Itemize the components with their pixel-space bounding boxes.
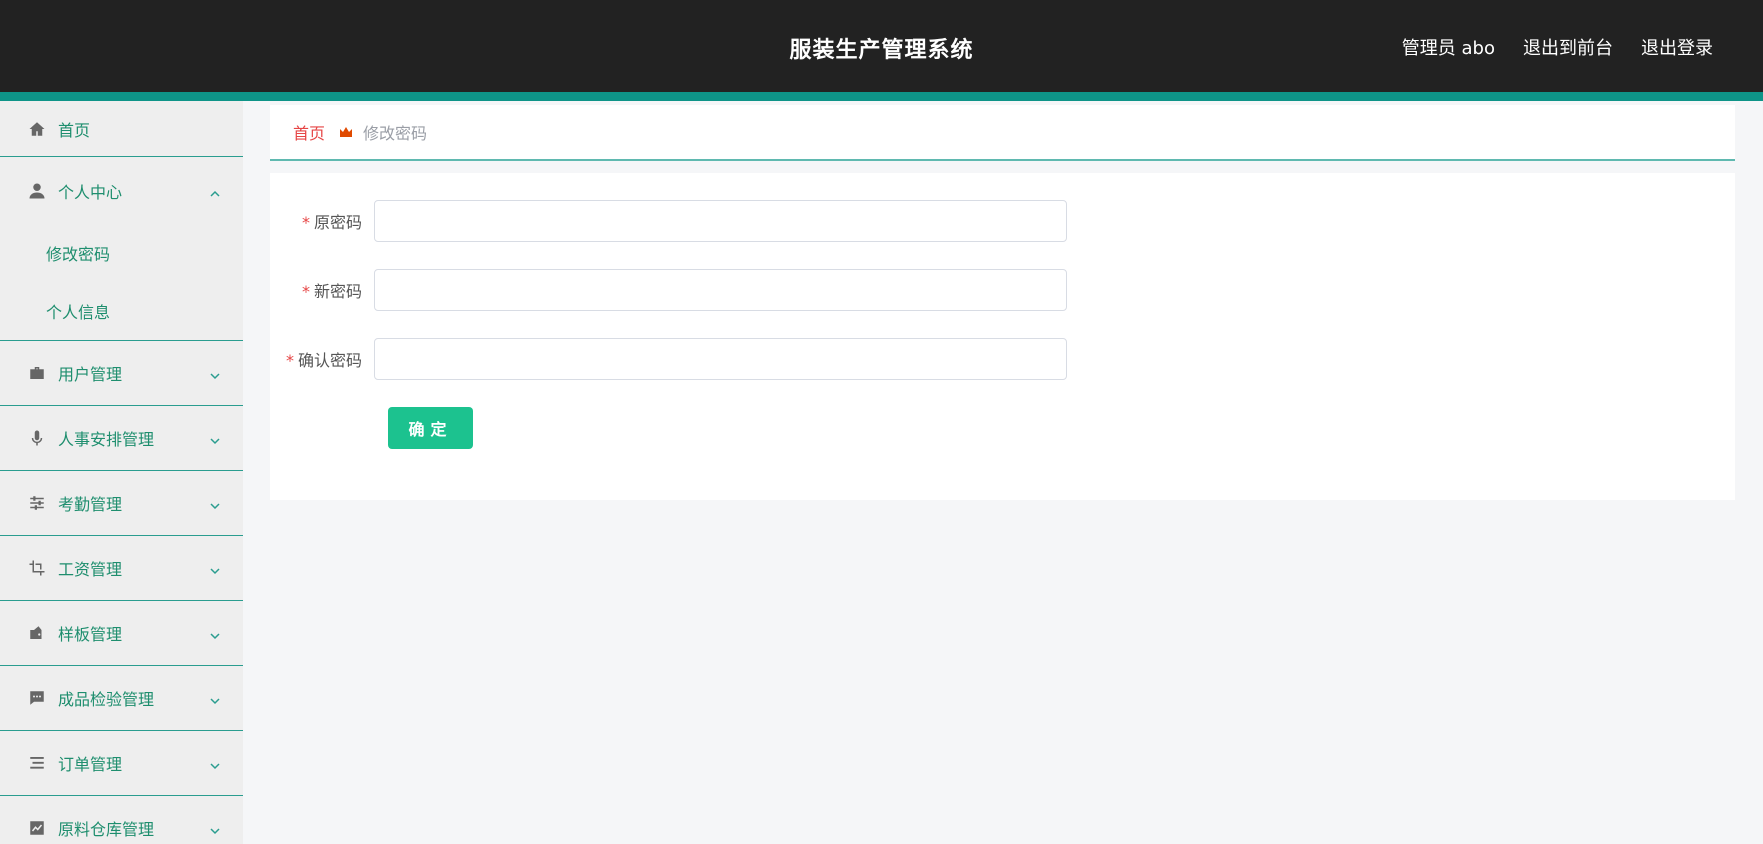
sidebar-item-label: 样板管理 (58, 625, 123, 644)
back-to-front-link[interactable]: 退出到前台 (1523, 34, 1613, 60)
user-label[interactable]: 管理员 abo (1402, 34, 1495, 60)
confirm-password-row: * 确认密码 (270, 338, 1067, 380)
new-password-row: * 新密码 (270, 269, 1067, 311)
breadcrumb: 首页 修改密码 (270, 105, 1735, 161)
header-nav: 管理员 abo 退出到前台 退出登录 (1402, 34, 1713, 60)
confirm-password-input[interactable] (374, 338, 1067, 380)
old-password-input[interactable] (374, 200, 1067, 242)
chevron-down-icon (209, 367, 221, 380)
sidebar-item-personal-center[interactable]: 个人中心 (0, 157, 243, 224)
microphone-icon (28, 429, 46, 447)
chat-icon (28, 689, 46, 707)
chevron-down-icon (209, 562, 221, 575)
change-password-form: * 原密码 * 新密码 * 确认密码 确定 (270, 173, 1735, 500)
old-password-row: * 原密码 (270, 200, 1067, 242)
sidebar-item-label: 工资管理 (58, 560, 123, 579)
user-icon (28, 182, 46, 200)
required-mark: * (285, 351, 294, 370)
list-icon (28, 754, 46, 772)
sidebar-item-label: 个人中心 (58, 182, 123, 202)
logout-link[interactable]: 退出登录 (1641, 34, 1713, 60)
new-password-label-wrap: * 新密码 (270, 278, 374, 302)
chevron-down-icon (209, 432, 221, 445)
sidebar-item-label: 考勤管理 (58, 495, 123, 514)
required-mark: * (301, 282, 310, 301)
required-mark: * (301, 213, 310, 232)
sliders-icon (28, 494, 46, 512)
sidebar-item-sample[interactable]: 样板管理 (0, 601, 243, 666)
confirm-password-label-wrap: * 确认密码 (270, 347, 374, 371)
sidebar: 首页 个人中心 修改密码 个人信息 用户管理 人事安排管理 考勤管理 工资管理 … (0, 101, 243, 844)
sidebar-item-user-management[interactable]: 用户管理 (0, 341, 243, 406)
sidebar-subitem-personal-info[interactable]: 个人信息 (0, 282, 243, 340)
chevron-down-icon (209, 692, 221, 705)
sidebar-item-label: 原料仓库管理 (58, 820, 155, 839)
chevron-down-icon (209, 822, 221, 835)
chevron-up-icon (209, 185, 221, 197)
sidebar-item-salary[interactable]: 工资管理 (0, 536, 243, 601)
home-icon (28, 120, 46, 138)
confirm-password-label: 确认密码 (297, 351, 362, 370)
sidebar-item-orders[interactable]: 订单管理 (0, 731, 243, 796)
chevron-down-icon (209, 497, 221, 510)
chevron-down-icon (209, 627, 221, 640)
header-accent-bar (0, 92, 1763, 101)
breadcrumb-home-link[interactable]: 首页 (293, 120, 325, 144)
wallet-icon (28, 624, 46, 642)
personal-center-submenu: 修改密码 个人信息 (0, 224, 243, 341)
sidebar-item-label: 首页 (58, 120, 91, 140)
sidebar-item-warehouse[interactable]: 原料仓库管理 (0, 796, 243, 844)
chart-icon (28, 819, 46, 837)
new-password-input[interactable] (374, 269, 1067, 311)
sidebar-item-label: 人事安排管理 (58, 430, 155, 449)
sidebar-item-inspection[interactable]: 成品检验管理 (0, 666, 243, 731)
crop-icon (28, 559, 46, 577)
chevron-down-icon (209, 757, 221, 770)
breadcrumb-current: 修改密码 (363, 124, 428, 143)
sidebar-item-label: 用户管理 (58, 365, 123, 384)
sidebar-item-attendance[interactable]: 考勤管理 (0, 471, 243, 536)
crown-icon (339, 125, 353, 139)
old-password-label-wrap: * 原密码 (270, 209, 374, 233)
sidebar-subitem-change-password[interactable]: 修改密码 (0, 224, 243, 282)
confirm-button[interactable]: 确定 (388, 407, 473, 449)
new-password-label: 新密码 (313, 282, 362, 301)
briefcase-icon (28, 364, 46, 382)
sidebar-item-label: 成品检验管理 (58, 690, 155, 709)
top-header: 服装生产管理系统 管理员 abo 退出到前台 退出登录 (0, 0, 1763, 101)
old-password-label: 原密码 (313, 213, 362, 232)
sidebar-item-hr-arrangement[interactable]: 人事安排管理 (0, 406, 243, 471)
sidebar-item-label: 订单管理 (58, 755, 123, 774)
sidebar-item-home[interactable]: 首页 (0, 101, 243, 157)
